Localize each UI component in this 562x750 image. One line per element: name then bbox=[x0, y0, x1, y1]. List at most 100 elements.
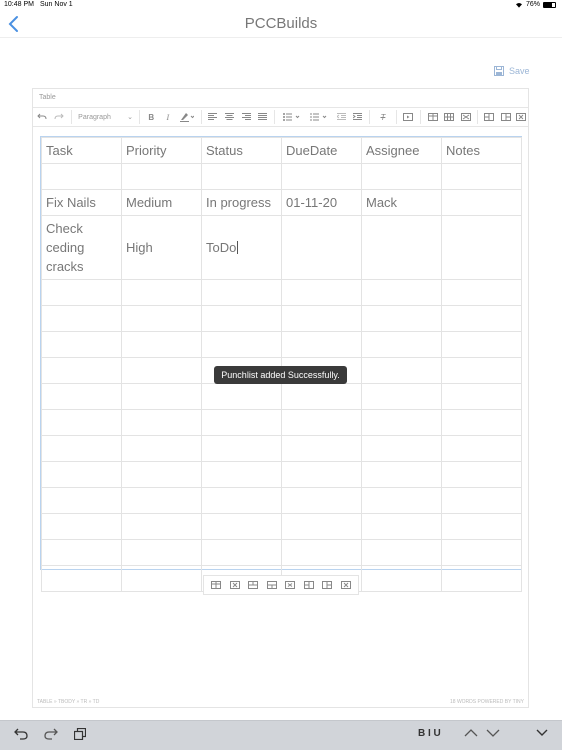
table-cell-duedate[interactable] bbox=[281, 461, 362, 488]
table-cell-assignee[interactable] bbox=[361, 539, 442, 566]
table-cell-assignee[interactable]: Mack bbox=[361, 189, 442, 216]
table-cell-icon[interactable] bbox=[458, 110, 475, 124]
outdent-icon[interactable] bbox=[333, 110, 350, 124]
chevron-up-icon[interactable] bbox=[464, 728, 478, 738]
paste-icon[interactable] bbox=[74, 728, 86, 740]
italic-icon[interactable]: I bbox=[160, 110, 177, 124]
table-cell-assignee[interactable] bbox=[361, 305, 442, 332]
insert-col-before-icon[interactable] bbox=[302, 578, 316, 592]
table-cell-duedate[interactable] bbox=[281, 215, 362, 280]
insert-col-after-icon[interactable] bbox=[320, 578, 334, 592]
redo-icon[interactable] bbox=[51, 110, 69, 124]
table-cell-assignee[interactable] bbox=[361, 163, 442, 190]
table-cell-status[interactable]: In progress bbox=[201, 189, 282, 216]
table-cell-priority[interactable] bbox=[121, 279, 202, 306]
table-cell-task[interactable] bbox=[41, 565, 122, 592]
table-cell-duedate[interactable] bbox=[281, 163, 362, 190]
table-cell-notes[interactable] bbox=[441, 461, 522, 488]
table-cell-notes[interactable] bbox=[441, 487, 522, 514]
table-cell-notes[interactable] bbox=[441, 513, 522, 540]
table-cell-task[interactable] bbox=[41, 461, 122, 488]
table-row-icon[interactable] bbox=[441, 110, 458, 124]
bullet-list-icon[interactable] bbox=[278, 110, 305, 124]
align-left-icon[interactable] bbox=[205, 110, 222, 124]
table-cell-priority[interactable]: High bbox=[121, 215, 202, 280]
table-cell-assignee[interactable] bbox=[361, 215, 442, 280]
text-color-icon[interactable] bbox=[176, 110, 198, 124]
table-cell-priority[interactable] bbox=[121, 565, 202, 592]
table-cell-status[interactable] bbox=[201, 487, 282, 514]
dismiss-keyboard-icon[interactable] bbox=[536, 728, 548, 738]
table-cell-duedate[interactable] bbox=[281, 435, 362, 462]
table-cell-status[interactable] bbox=[201, 163, 282, 190]
table-cell-priority[interactable] bbox=[121, 305, 202, 332]
table-cell-assignee[interactable] bbox=[361, 331, 442, 358]
table-cell-status[interactable] bbox=[201, 331, 282, 358]
table-cell-priority[interactable] bbox=[121, 487, 202, 514]
table-cell-task[interactable] bbox=[41, 279, 122, 306]
table-cell-status[interactable] bbox=[201, 383, 282, 410]
table-cell-notes[interactable] bbox=[441, 305, 522, 332]
table-cell-duedate[interactable] bbox=[281, 331, 362, 358]
table-cell-notes[interactable] bbox=[441, 163, 522, 190]
table-cell-task[interactable] bbox=[41, 305, 122, 332]
table-icon[interactable] bbox=[424, 110, 441, 124]
delete-table-icon[interactable] bbox=[514, 110, 528, 124]
insert-row-after-icon[interactable] bbox=[265, 578, 279, 592]
table-cell-priority[interactable]: Medium bbox=[121, 189, 202, 216]
table-cell-task[interactable] bbox=[41, 163, 122, 190]
table-cell-task[interactable] bbox=[41, 383, 122, 410]
media-icon[interactable] bbox=[400, 110, 418, 124]
table-cell-priority[interactable] bbox=[121, 383, 202, 410]
table-cell-duedate[interactable]: 01-11-20 bbox=[281, 189, 362, 216]
table-cell-task[interactable] bbox=[41, 513, 122, 540]
table-cell-notes[interactable] bbox=[441, 279, 522, 306]
table-cell-duedate[interactable] bbox=[281, 513, 362, 540]
table-cell-status[interactable] bbox=[201, 279, 282, 306]
column-header-notes[interactable]: Notes bbox=[441, 137, 522, 164]
table-cell-assignee[interactable] bbox=[361, 409, 442, 436]
align-justify-icon[interactable] bbox=[255, 110, 272, 124]
table-cell-priority[interactable] bbox=[121, 435, 202, 462]
table-cell-task[interactable]: Fix Nails bbox=[41, 189, 122, 216]
table-cell-priority[interactable] bbox=[121, 357, 202, 384]
insert-row-before-icon[interactable] bbox=[246, 578, 260, 592]
column-header-duedate[interactable]: DueDate bbox=[281, 137, 362, 164]
table-cell-status[interactable] bbox=[201, 539, 282, 566]
numbered-list-icon[interactable] bbox=[306, 110, 333, 124]
redo-icon[interactable] bbox=[44, 728, 58, 740]
table-cell-task[interactable] bbox=[41, 357, 122, 384]
table-cell-duedate[interactable] bbox=[281, 305, 362, 332]
table-cell-assignee[interactable] bbox=[361, 513, 442, 540]
column-header-task[interactable]: Task bbox=[41, 137, 122, 164]
table-cell-priority[interactable] bbox=[121, 163, 202, 190]
table-cell-status[interactable]: ToDo bbox=[201, 215, 282, 280]
table-cell-duedate[interactable] bbox=[281, 539, 362, 566]
table-cell-priority[interactable] bbox=[121, 539, 202, 566]
table-cell-priority[interactable] bbox=[121, 513, 202, 540]
column-header-status[interactable]: Status bbox=[201, 137, 282, 164]
table-cell-notes[interactable] bbox=[441, 383, 522, 410]
column-header-assignee[interactable]: Assignee bbox=[361, 137, 442, 164]
table-cell-notes[interactable] bbox=[441, 539, 522, 566]
element-path[interactable]: TABLE » TBODY » TR » TD bbox=[37, 699, 99, 705]
table-cell-priority[interactable] bbox=[121, 331, 202, 358]
indent-icon[interactable] bbox=[350, 110, 367, 124]
undo-icon[interactable] bbox=[14, 728, 28, 740]
table-properties-icon[interactable] bbox=[209, 578, 223, 592]
table-cell-priority[interactable] bbox=[121, 409, 202, 436]
table-cell-task[interactable] bbox=[41, 409, 122, 436]
table-cell-notes[interactable] bbox=[441, 189, 522, 216]
table-cell-assignee[interactable] bbox=[361, 357, 442, 384]
table-cell-notes[interactable] bbox=[441, 435, 522, 462]
table-cell-notes[interactable] bbox=[441, 215, 522, 280]
bold-icon[interactable]: B bbox=[143, 110, 160, 124]
save-button[interactable]: Save bbox=[494, 66, 530, 76]
block-format-select[interactable]: Paragraph ⌄ bbox=[75, 110, 136, 124]
table-cell-assignee[interactable] bbox=[361, 435, 442, 462]
insert-column-icon[interactable] bbox=[481, 110, 498, 124]
table-cell-assignee[interactable] bbox=[361, 279, 442, 306]
delete-col-icon[interactable] bbox=[339, 578, 353, 592]
table-cell-assignee[interactable] bbox=[361, 565, 442, 592]
undo-icon[interactable] bbox=[33, 110, 51, 124]
